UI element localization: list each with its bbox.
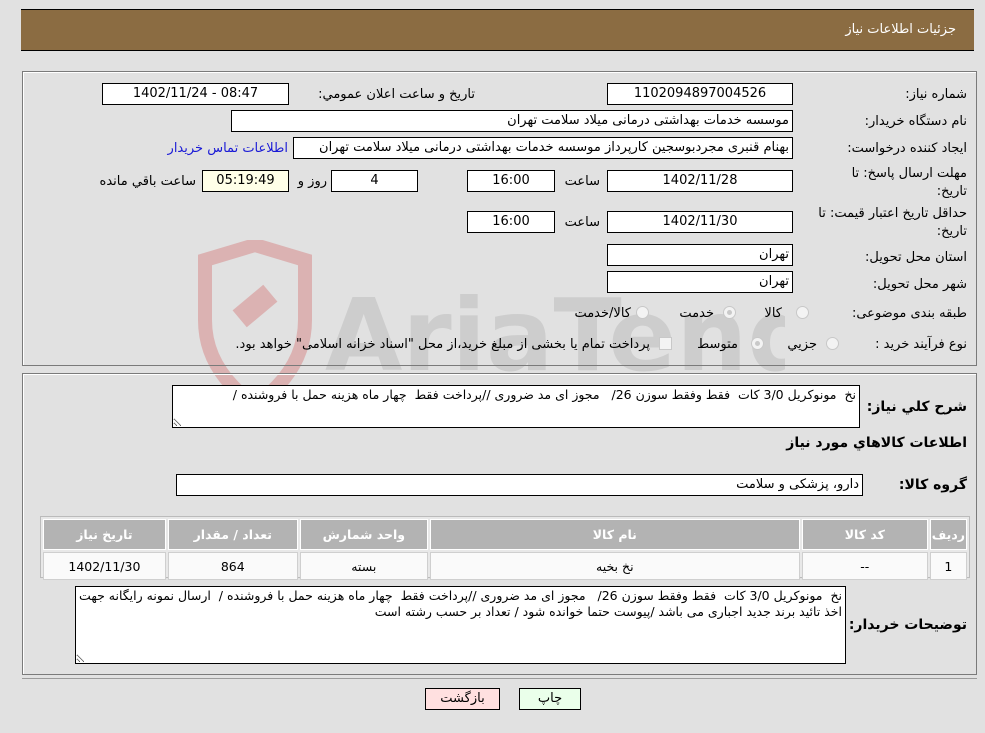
buyer-contact-link[interactable]: اطلاعات تماس خریدار — [168, 141, 288, 156]
city-label: شهر محل تحویل: — [872, 277, 967, 292]
col-quantity: تعداد / مقدار — [167, 519, 298, 550]
announce-datetime-field: 1402/11/24 - 08:47 — [102, 83, 289, 105]
col-name: نام کالا — [429, 519, 800, 550]
price-validity-time-label: ساعت — [564, 215, 600, 230]
cell-row: 1 — [929, 552, 967, 580]
col-code: کد کالا — [801, 519, 928, 550]
category-label: طبقه بندی موضوعی: — [851, 306, 967, 321]
page-header: جزئیات اطلاعات نیاز — [21, 9, 974, 51]
treasury-checkbox[interactable] — [659, 337, 672, 350]
price-validity-label: حداقل تاریخ اعتبار قیمت: تا — [818, 206, 967, 221]
response-date-field: 1402/11/28 — [607, 170, 793, 192]
purchase-type-option-medium: متوسط — [697, 337, 738, 352]
goods-table-header: رديف کد کالا نام کالا واحد شمارش تعداد /… — [43, 519, 967, 550]
goods-table: رديف کد کالا نام کالا واحد شمارش تعداد /… — [41, 517, 969, 582]
announce-datetime-label: تاریخ و ساعت اعلان عمومي: — [318, 87, 475, 102]
purchase-type-radio-minor[interactable] — [826, 337, 839, 350]
col-unit: واحد شمارش — [299, 519, 428, 550]
footer-divider — [22, 678, 977, 679]
category-option-goods-service: کالا/خدمت — [574, 306, 631, 321]
need-number-label: شماره نیاز: — [905, 87, 967, 102]
category-radio-goods[interactable] — [796, 306, 809, 319]
table-row: 1 -- نخ بخیه بسته 864 1402/11/30 — [43, 552, 967, 580]
buyer-notes-label: توضيحات خريدار: — [848, 617, 967, 633]
treasury-note: پرداخت تمام یا بخشی از مبلغ خرید،از محل … — [235, 337, 650, 352]
goods-table-wrapper: رديف کد کالا نام کالا واحد شمارش تعداد /… — [40, 516, 970, 580]
purchase-type-option-minor: جزيي — [787, 337, 817, 352]
creator-field: بهنام قنبری مجردبوسجین کارپرداز موسسه خد… — [293, 137, 793, 159]
price-validity-label-2: تاریخ: — [936, 224, 967, 239]
buyer-notes-textarea[interactable]: نخ مونوکریل 3/0 کات فقط وفقط سوزن 26/ مج… — [75, 586, 846, 664]
description-label: شرح كلي نياز: — [866, 399, 967, 415]
cell-name: نخ بخیه — [429, 552, 800, 580]
cell-unit: بسته — [299, 552, 428, 580]
col-row: رديف — [929, 519, 967, 550]
days-label: روز و — [297, 174, 327, 189]
purchase-type-radio-medium[interactable] — [751, 337, 764, 350]
time-remaining-label: ساعت باقي مانده — [99, 174, 196, 189]
goods-group-field: دارو، پزشکی و سلامت — [176, 474, 863, 496]
cell-need-date: 1402/11/30 — [43, 552, 166, 580]
purchase-type-label: نوع فرآیند خرید : — [875, 337, 967, 352]
price-validity-time-field: 16:00 — [467, 211, 555, 233]
days-remaining-field: 4 — [331, 170, 418, 192]
category-radio-goods-service[interactable] — [636, 306, 649, 319]
response-deadline-label-2: تاریخ: — [936, 184, 967, 199]
response-deadline-label: مهلت ارسال پاسخ: تا — [851, 166, 967, 181]
category-option-service: خدمت — [679, 306, 714, 321]
city-field: تهران — [607, 271, 793, 293]
buyer-org-field: موسسه خدمات بهداشتی درمانی میلاد سلامت ت… — [231, 110, 793, 132]
description-textarea[interactable]: نخ مونوکریل 3/0 کات فقط وفقط سوزن 26/ مج… — [172, 385, 860, 428]
category-option-goods: کالا — [764, 306, 782, 321]
category-radio-service[interactable] — [723, 306, 736, 319]
page-title: جزئیات اطلاعات نیاز — [845, 22, 956, 37]
creator-label: ایجاد کننده درخواست: — [847, 141, 967, 156]
goods-group-label: گروه کالا: — [898, 477, 967, 493]
response-time-field: 16:00 — [467, 170, 555, 192]
response-time-label: ساعت — [564, 174, 600, 189]
cell-quantity: 864 — [167, 552, 298, 580]
buyer-org-label: نام دستگاه خريدار: — [864, 114, 967, 129]
print-button[interactable]: چاپ — [519, 688, 581, 710]
col-need-date: تاریخ نیاز — [43, 519, 166, 550]
need-number-field: 1102094897004526 — [607, 83, 793, 105]
goods-section-title: اطلاعات كالاهاي مورد نياز — [786, 435, 967, 451]
price-validity-date-field: 1402/11/30 — [607, 211, 793, 233]
time-remaining-field: 05:19:49 — [202, 170, 289, 192]
province-field: تهران — [607, 244, 793, 266]
cell-code: -- — [801, 552, 928, 580]
back-button[interactable]: بازگشت — [425, 688, 500, 710]
province-label: استان محل تحویل: — [865, 250, 967, 265]
